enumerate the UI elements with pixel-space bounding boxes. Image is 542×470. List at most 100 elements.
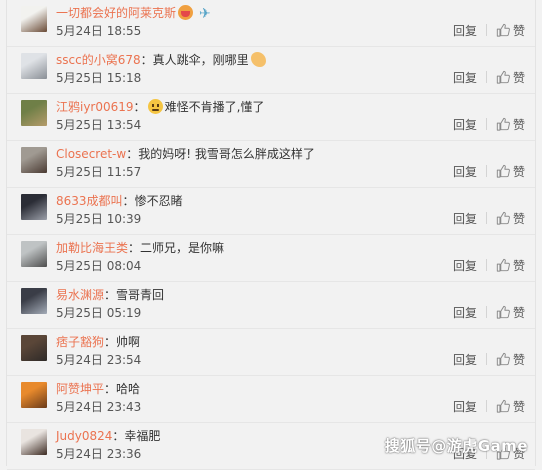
comment-item: sscc的小窝678：真人跳伞，刚哪里 5月25日 15:18 回复 赞 [7,47,535,94]
separator: ： [140,53,153,67]
airplane-emoji-icon: ✈ [199,6,211,22]
avatar[interactable] [21,429,47,455]
avatar[interactable] [21,335,47,361]
like-label: 赞 [512,23,525,38]
comment-text: 真人跳伞，刚哪里 [152,53,249,67]
avatar[interactable] [21,194,47,220]
divider [485,71,487,83]
like-label: 赞 [512,258,525,273]
like-label: 赞 [512,399,525,414]
divider [485,165,487,177]
reply-button[interactable]: 回复 [453,116,477,133]
username-link[interactable]: 易水渊源 [56,288,104,302]
username-link[interactable]: sscc的小窝678 [56,53,141,67]
watermark: 搜狐号@游虎Game [384,437,528,455]
comment-item: 加勒比海王类：二师兄，是你嘛 5月25日 08:04 回复 赞 [7,235,535,282]
divider [485,24,487,36]
like-button[interactable]: 赞 [496,210,525,227]
avatar[interactable] [21,53,47,79]
username-link[interactable]: 痞子豁狗 [56,335,104,349]
comment-text: 惨不忍睹 [134,194,183,208]
username-link[interactable]: 阿赞坤平 [56,382,104,396]
avatar[interactable] [21,6,47,32]
timestamp: 5月25日 05:19 [56,306,142,320]
comment-item: 易水渊源：雪哥青回 5月25日 05:19 回复 赞 [7,282,535,329]
separator: ： [104,288,117,302]
comment-line: 痞子豁狗：帅啊 [56,333,525,351]
divider [485,118,487,130]
username-link[interactable]: 8633成都叫 [56,194,123,208]
separator: ： [122,194,135,208]
like-button[interactable]: 赞 [496,304,525,321]
reply-button[interactable]: 回复 [453,22,477,39]
divider [485,259,487,271]
like-label: 赞 [512,117,525,132]
thumbs-up-icon [496,117,510,131]
separator: ： [128,241,141,255]
reply-button[interactable]: 回复 [453,69,477,86]
divider [485,212,487,224]
comment-text: 幸福肥 [124,429,161,443]
timestamp: 5月24日 23:43 [56,400,142,414]
reply-button[interactable]: 回复 [453,351,477,368]
username-link[interactable]: Closecret-w [56,147,126,161]
thumbs-up-icon [496,258,510,272]
reply-button[interactable]: 回复 [453,304,477,321]
timestamp: 5月24日 18:55 [56,24,142,38]
avatar[interactable] [21,288,47,314]
like-button[interactable]: 赞 [496,257,525,274]
comment-line: sscc的小窝678：真人跳伞，刚哪里 [56,51,525,69]
comment-actions: 回复 赞 [453,115,525,133]
comment-item: 江鸦iyr00619： 难怪不肯播了,懂了 5月25日 13:54 回复 赞 [7,94,535,141]
like-button[interactable]: 赞 [496,398,525,415]
comment-actions: 回复 赞 [453,162,525,180]
thumbs-up-icon [496,211,510,225]
comment-text: 二师兄，是你嘛 [140,241,225,255]
reply-button[interactable]: 回复 [453,210,477,227]
comment-actions: 回复 赞 [453,397,525,415]
thumbs-up-icon [496,23,510,37]
avatar[interactable] [21,100,47,126]
avatar[interactable] [21,241,47,267]
reply-button[interactable]: 回复 [453,257,477,274]
comment-item: 痞子豁狗：帅啊 5月24日 23:54 回复 赞 [7,329,535,376]
comment-actions: 回复 赞 [453,303,525,321]
comment-actions: 回复 赞 [453,68,525,86]
comment-text: 帅啊 [116,335,141,349]
thumbs-up-icon [496,70,510,84]
comment-line: 阿赞坤平：哈哈 [56,380,525,398]
like-label: 赞 [512,211,525,226]
comment-panel: 一切都会好的阿莱克斯 ✈ 5月24日 18:55 回复赞 sscc的小窝678：真人跳伞… [6,0,536,470]
thumbs-up-icon [496,399,510,413]
username-link[interactable]: Judy0824 [56,429,112,443]
avatar[interactable] [21,147,47,173]
avatar[interactable] [21,382,47,408]
like-button[interactable]: 赞 [496,22,525,39]
like-button[interactable]: 赞 [496,163,525,180]
flexed-arm-emoji-icon [250,52,266,67]
comment-line: 易水渊源：雪哥青回 [56,286,525,304]
comment-line: 一切都会好的阿莱克斯 ✈ [56,4,525,22]
like-button[interactable]: 赞 [496,351,525,368]
username-link[interactable]: 江鸦iyr00619 [56,100,134,114]
comment-actions: 回复 赞 [453,256,525,274]
username-link[interactable]: 加勒比海王类 [56,241,128,255]
comment-item: 8633成都叫：惨不忍睹 5月25日 10:39 回复 赞 [7,188,535,235]
username-link[interactable]: 一切都会好的阿莱克斯 [56,6,176,20]
like-button[interactable]: 赞 [496,69,525,86]
like-label: 赞 [512,352,525,367]
comment-item: 一切都会好的阿莱克斯 ✈ 5月24日 18:55 回复 赞 [7,0,535,47]
separator: ： [104,335,117,349]
comment-line: 8633成都叫：惨不忍睹 [56,192,525,210]
divider [485,353,487,365]
comment-text: 我的妈呀! 我雪哥怎么胖成这样了 [138,147,315,161]
timestamp: 5月24日 23:54 [56,353,142,367]
like-button[interactable]: 赞 [496,116,525,133]
comment-text: 哈哈 [116,382,141,396]
comment-actions: 回复 赞 [453,350,525,368]
divider [485,400,487,412]
reply-button[interactable]: 回复 [453,398,477,415]
comment-line: 江鸦iyr00619： 难怪不肯播了,懂了 [56,98,525,116]
reply-button[interactable]: 回复 [453,163,477,180]
divider [485,306,487,318]
